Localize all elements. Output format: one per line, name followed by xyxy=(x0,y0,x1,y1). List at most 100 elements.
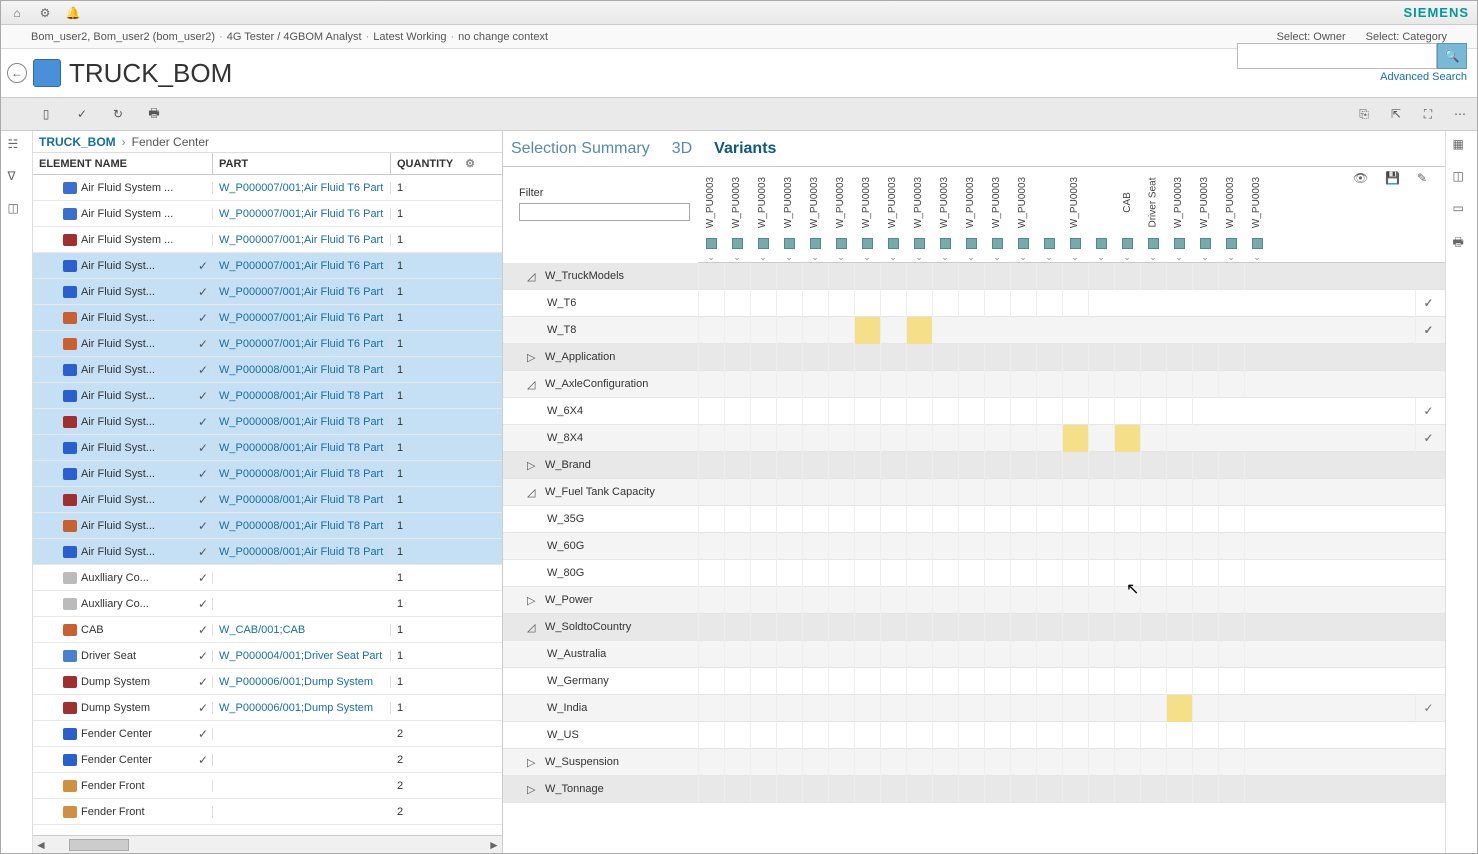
bookmark-icon[interactable]: ◫ xyxy=(8,201,26,219)
table-row[interactable]: Fender Center✓2 xyxy=(33,721,502,747)
tree-icon[interactable]: ☵ xyxy=(8,137,26,155)
col-element-name[interactable]: ELEMENT NAME xyxy=(33,153,213,174)
variant-row[interactable]: W_Australia xyxy=(503,641,1445,668)
variant-column[interactable]: W_PU0003⌄ xyxy=(1244,167,1270,262)
variant-column[interactable]: W_PU0003⌄ xyxy=(802,167,828,262)
table-row[interactable]: Auxlliary Co...✓1 xyxy=(33,565,502,591)
table-row[interactable]: Air Fluid Syst...✓W_P000007/001;Air Flui… xyxy=(33,253,502,279)
panel-icon[interactable]: ▯ xyxy=(37,105,55,123)
table-row[interactable]: Auxlliary Co...✓1 xyxy=(33,591,502,617)
breadcrumb-root[interactable]: TRUCK_BOM xyxy=(39,135,116,149)
variant-row[interactable]: ▷W_Power xyxy=(503,587,1445,614)
variant-column[interactable]: ⌄ xyxy=(1036,167,1062,262)
variant-row[interactable]: ◿W_AxleConfiguration xyxy=(503,371,1445,398)
variant-row[interactable]: W_60G xyxy=(503,533,1445,560)
variant-row[interactable]: ◿W_Fuel Tank Capacity xyxy=(503,479,1445,506)
variant-row[interactable]: W_T6 xyxy=(503,290,1445,317)
variant-row[interactable]: W_8X4 xyxy=(503,425,1445,452)
copy-icon[interactable]: ⎘ xyxy=(1355,105,1373,123)
variant-row[interactable]: ▷W_Application xyxy=(503,344,1445,371)
table-row[interactable]: Air Fluid Syst...✓W_P000008/001;Air Flui… xyxy=(33,513,502,539)
variant-column[interactable]: W_PU0003⌄ xyxy=(1010,167,1036,262)
variant-column[interactable]: W_PU0003⌄ xyxy=(1062,167,1088,262)
variant-column[interactable]: W_PU0003⌄ xyxy=(750,167,776,262)
table-row[interactable]: Air Fluid Syst...✓W_P000008/001;Air Flui… xyxy=(33,409,502,435)
table-row[interactable]: Air Fluid Syst...✓W_P000007/001;Air Flui… xyxy=(33,331,502,357)
table-row[interactable]: CAB✓W_CAB/001;CAB1 xyxy=(33,617,502,643)
tab-variants[interactable]: Variants xyxy=(714,140,776,158)
table-row[interactable]: Air Fluid Syst...✓W_P000008/001;Air Flui… xyxy=(33,435,502,461)
tab-selection-summary[interactable]: Selection Summary xyxy=(511,140,650,158)
layout1-icon[interactable]: ▦ xyxy=(1453,137,1471,155)
variant-row[interactable]: W_India xyxy=(503,695,1445,722)
table-row[interactable]: Fender Center✓2 xyxy=(33,747,502,773)
bell-icon[interactable]: 🔔 xyxy=(65,5,81,21)
variant-row[interactable]: ◿W_TruckModels xyxy=(503,263,1445,290)
table-row[interactable]: Air Fluid Syst...✓W_P000007/001;Air Flui… xyxy=(33,305,502,331)
save-icon[interactable]: 💾 xyxy=(1385,171,1403,189)
table-row[interactable]: Air Fluid System ...W_P000007/001;Air Fl… xyxy=(33,175,502,201)
variant-column[interactable]: W_PU0003⌄ xyxy=(776,167,802,262)
variant-column[interactable]: W_PU0003⌄ xyxy=(1166,167,1192,262)
settings-icon[interactable]: ⚙ xyxy=(37,5,53,21)
variant-column[interactable]: ⌄ xyxy=(1088,167,1114,262)
variant-row[interactable]: ▷W_Brand xyxy=(503,452,1445,479)
variant-column[interactable]: W_PU0003⌄ xyxy=(828,167,854,262)
variant-row[interactable]: W_US xyxy=(503,722,1445,749)
refresh-icon[interactable]: ↻ xyxy=(109,105,127,123)
advanced-search-link[interactable]: Advanced Search xyxy=(1380,71,1467,83)
layout3-icon[interactable]: ▭ xyxy=(1453,201,1471,219)
table-row[interactable]: Dump System✓W_P000006/001;Dump System1 xyxy=(33,669,502,695)
table-row[interactable]: Air Fluid Syst...✓W_P000008/001;Air Flui… xyxy=(33,357,502,383)
variant-column[interactable]: W_PU0003⌄ xyxy=(932,167,958,262)
bom-table-body[interactable]: Air Fluid System ...W_P000007/001;Air Fl… xyxy=(33,175,502,835)
table-row[interactable]: Dump System✓W_P000006/001;Dump System1 xyxy=(33,695,502,721)
variant-column[interactable]: W_PU0003⌄ xyxy=(854,167,880,262)
filter-icon[interactable]: ∇ xyxy=(8,169,26,187)
variant-column[interactable]: W_PU0003⌄ xyxy=(698,167,724,262)
apply-icon[interactable]: ✓ xyxy=(73,105,91,123)
variant-column[interactable]: W_PU0003⌄ xyxy=(958,167,984,262)
table-row[interactable]: Fender Front2 xyxy=(33,799,502,825)
back-button[interactable]: ← xyxy=(7,63,27,83)
variant-row[interactable]: W_6X4 xyxy=(503,398,1445,425)
variant-column[interactable]: W_PU0003⌄ xyxy=(1218,167,1244,262)
table-row[interactable]: Air Fluid Syst...✓W_P000008/001;Air Flui… xyxy=(33,539,502,565)
print-icon[interactable]: 🖶 xyxy=(145,105,163,123)
variant-row[interactable]: ◿W_SoldtoCountry xyxy=(503,614,1445,641)
select-category-label[interactable]: Select: Category xyxy=(1366,31,1447,43)
visibility-icon[interactable]: 👁 xyxy=(1353,171,1371,189)
col-quantity[interactable]: QUANTITY xyxy=(397,158,453,170)
table-row[interactable]: Air Fluid Syst...✓W_P000008/001;Air Flui… xyxy=(33,461,502,487)
variant-row[interactable]: W_T8 xyxy=(503,317,1445,344)
table-row[interactable]: Driver Seat✓W_P000004/001;Driver Seat Pa… xyxy=(33,643,502,669)
export-icon[interactable]: ⇱ xyxy=(1387,105,1405,123)
filter-input[interactable] xyxy=(519,203,690,221)
table-row[interactable]: Air Fluid Syst...✓W_P000008/001;Air Flui… xyxy=(33,383,502,409)
layout2-icon[interactable]: ◫ xyxy=(1453,169,1471,187)
more-icon[interactable]: ⋯ xyxy=(1451,105,1469,123)
edit-icon[interactable]: ✎ xyxy=(1417,171,1435,189)
home-icon[interactable]: ⌂ xyxy=(9,5,25,21)
variant-row[interactable]: W_Germany xyxy=(503,668,1445,695)
table-row[interactable]: Air Fluid System ...W_P000007/001;Air Fl… xyxy=(33,227,502,253)
variant-row[interactable]: W_35G xyxy=(503,506,1445,533)
column-settings-icon[interactable]: ⚙ xyxy=(465,157,475,170)
variant-column[interactable]: W_PU0003⌄ xyxy=(880,167,906,262)
table-row[interactable]: Fender Front2 xyxy=(33,773,502,799)
table-row[interactable]: Air Fluid Syst...✓W_P000008/001;Air Flui… xyxy=(33,487,502,513)
col-part[interactable]: PART xyxy=(213,153,391,174)
tab-3d[interactable]: 3D xyxy=(672,140,692,158)
variant-grid[interactable]: ◿W_TruckModelsW_T6W_T8▷W_Application◿W_A… xyxy=(503,263,1445,853)
variant-row[interactable]: ▷W_Tonnage xyxy=(503,776,1445,803)
variant-row[interactable]: W_80G xyxy=(503,560,1445,587)
search-input[interactable] xyxy=(1237,43,1437,69)
variant-column[interactable]: W_PU0003⌄ xyxy=(984,167,1010,262)
variant-column[interactable]: CAB⌄ xyxy=(1114,167,1140,262)
variant-column[interactable]: Driver Seat⌄ xyxy=(1140,167,1166,262)
table-row[interactable]: Air Fluid Syst...✓W_P000007/001;Air Flui… xyxy=(33,279,502,305)
variant-column[interactable]: W_PU0003⌄ xyxy=(724,167,750,262)
variant-row[interactable]: ▷W_Suspension xyxy=(503,749,1445,776)
table-row[interactable]: Air Fluid System ...W_P000007/001;Air Fl… xyxy=(33,201,502,227)
select-owner-label[interactable]: Select: Owner xyxy=(1277,31,1346,43)
